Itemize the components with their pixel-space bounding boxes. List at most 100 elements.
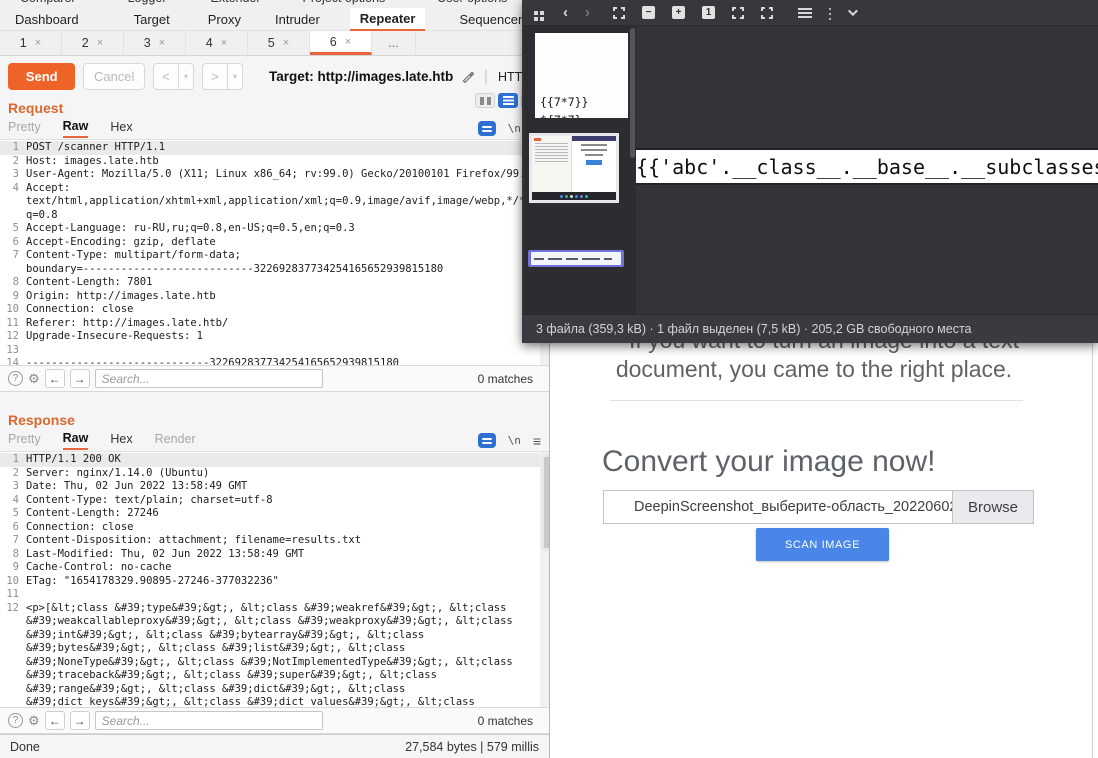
chevron-down-icon[interactable]: ▾ [228,63,243,90]
tab-intruder[interactable]: Intruder [265,8,330,31]
response-line: 3Date: Thu, 02 Jun 2022 13:58:49 GMT [0,480,549,494]
tab-repeater[interactable]: Repeater [350,8,426,31]
search-next-icon[interactable]: → [70,711,90,730]
search-prev-icon[interactable]: ← [45,369,65,388]
show-newlines-icon[interactable]: \n [508,434,521,447]
previous-file-icon[interactable]: ‹ [563,5,568,20]
file-item-selected-text-file[interactable] [528,250,624,267]
next-file-icon[interactable]: › [585,5,590,20]
tab-project-options[interactable]: Project options [303,0,386,5]
file-upload-field[interactable]: DeepinScreenshot_выберите-область_202206… [603,490,1034,524]
prettify-icon[interactable] [478,121,496,136]
request-line: 14-----------------------------322692837… [0,357,549,365]
request-view-tabs: Pretty Raw Hex \n ≡ [0,118,549,139]
help-icon[interactable]: ? [8,371,23,386]
close-icon[interactable]: × [159,37,165,49]
tab-logger[interactable]: Logger [128,0,167,5]
fit-width-icon[interactable] [732,7,744,19]
response-view-tabs: Pretty Raw Hex Render \n ≡ [0,430,549,451]
repeater-tab-4[interactable]: 4× [186,31,248,55]
repeater-tab-3[interactable]: 3× [124,31,186,55]
search-next-icon[interactable]: → [70,369,90,388]
layout-columns-icon[interactable] [475,93,495,108]
history-back-split-button[interactable]: < ▾ [153,63,194,90]
file-count-status: 3 файла (359,3 kB) · 1 файл выделен (7,5… [536,322,972,336]
show-newlines-icon[interactable]: \n [508,122,521,135]
close-icon[interactable]: × [97,37,103,49]
request-line: 2Host: images.late.htb [0,155,549,169]
chevron-down-icon[interactable] [848,6,858,16]
close-icon[interactable]: × [345,36,351,48]
repeater-tab-overflow[interactable]: ... [372,31,416,55]
tab-proxy[interactable]: Proxy [198,8,251,31]
history-back-icon[interactable]: < [153,63,179,90]
thumbnail-grid-icon[interactable] [534,11,538,15]
tab-sequencer[interactable]: Sequencer [449,8,532,31]
tab-response-hex[interactable]: Hex [110,432,132,449]
more-options-icon[interactable] [829,8,831,10]
history-forward-split-button[interactable]: > ▾ [202,63,243,90]
gear-icon[interactable]: ⚙ [28,714,40,727]
response-line: &#39;bytes&#39;&gt;, &lt;class &#39;list… [0,642,549,656]
repeater-tab-6[interactable]: 6× [310,31,372,55]
request-line: 10Connection: close [0,303,549,317]
history-forward-icon[interactable]: > [202,63,228,90]
zoom-in-icon[interactable]: + [672,6,685,19]
list-view-icon[interactable] [798,8,812,18]
file-item-screenshot[interactable] [529,133,619,203]
tab-response-render[interactable]: Render [155,432,196,449]
request-line: text/html,application/xhtml+xml,applicat… [0,195,549,209]
layout-rows-icon[interactable] [498,93,518,108]
sidebar-scrollbar[interactable] [630,28,635,158]
request-line: 1POST /scanner HTTP/1.1 [0,141,549,155]
request-editor[interactable]: 1POST /scanner HTTP/1.12Host: images.lat… [0,139,549,365]
tab-response-pretty[interactable]: Pretty [8,432,41,449]
cancel-button[interactable]: Cancel [83,63,145,90]
response-editor[interactable]: 1HTTP/1.1 200 OK2Server: nginx/1.14.0 (U… [0,451,549,707]
repeater-tab-5[interactable]: 5× [248,31,310,55]
tab-response-raw[interactable]: Raw [63,431,89,450]
actual-size-icon[interactable]: 1 [702,6,715,19]
file-item-payload-txt[interactable]: {{7*7}}${7*7}<%= 7*7 %>${{7*7}} [535,33,628,118]
prettify-icon[interactable] [478,433,496,448]
search-prev-icon[interactable]: ← [45,711,65,730]
response-search-input[interactable] [95,711,323,730]
zoom-out-icon[interactable]: − [642,6,655,19]
browse-button[interactable]: Browse [952,490,1034,524]
viewer-sidebar: {{7*7}}${7*7}<%= 7*7 %>${{7*7}} [524,26,636,314]
chevron-down-icon[interactable]: ▾ [179,63,194,90]
close-icon[interactable]: × [283,37,289,49]
burp-status-bar: Done 27,584 bytes | 579 millis [0,734,549,758]
burp-main-tab-row: Dashboard Target Proxy Intruder Repeater… [0,8,549,31]
response-match-count: 0 matches [478,714,541,728]
fit-height-icon[interactable] [761,7,773,19]
tab-request-pretty[interactable]: Pretty [8,120,41,137]
tab-user-options[interactable]: User options [437,0,507,5]
tab-request-hex[interactable]: Hex [110,120,132,137]
fit-to-window-icon[interactable] [613,7,625,19]
tab-extender[interactable]: Extender [211,0,261,5]
response-scrollbar[interactable] [540,452,549,707]
help-icon[interactable]: ? [8,713,23,728]
request-line: 4Accept: [0,182,549,196]
tab-dashboard[interactable]: Dashboard [5,8,89,31]
burp-suite-window: Comparer Logger Extender Project options Use… [0,0,549,758]
close-icon[interactable]: × [35,37,41,49]
ssti-payload-preview-text: {{'abc'.__class__.__base__.__subclasses_… [636,155,1098,179]
close-icon[interactable]: × [221,37,227,49]
response-line: 6Connection: close [0,521,549,535]
send-button[interactable]: Send [8,63,75,90]
menu-icon[interactable]: ≡ [533,433,541,449]
request-search-input[interactable] [95,369,323,388]
response-line: &#39;NoneType&#39;&gt;, &lt;class &#39;N… [0,656,549,670]
tab-request-raw[interactable]: Raw [63,119,89,138]
repeater-tab-2[interactable]: 2× [62,31,124,55]
scan-image-button[interactable]: SCAN IMAGE [756,528,889,561]
tab-target[interactable]: Target [124,8,180,31]
response-line: 10ETag: "1654178329.90895-27246-37703223… [0,575,549,589]
divider: | [484,68,488,86]
tab-comparer[interactable]: Comparer [20,0,76,5]
gear-icon[interactable]: ⚙ [28,372,40,385]
repeater-tab-1[interactable]: 1× [0,31,62,55]
edit-target-pencil-icon[interactable] [461,69,474,85]
